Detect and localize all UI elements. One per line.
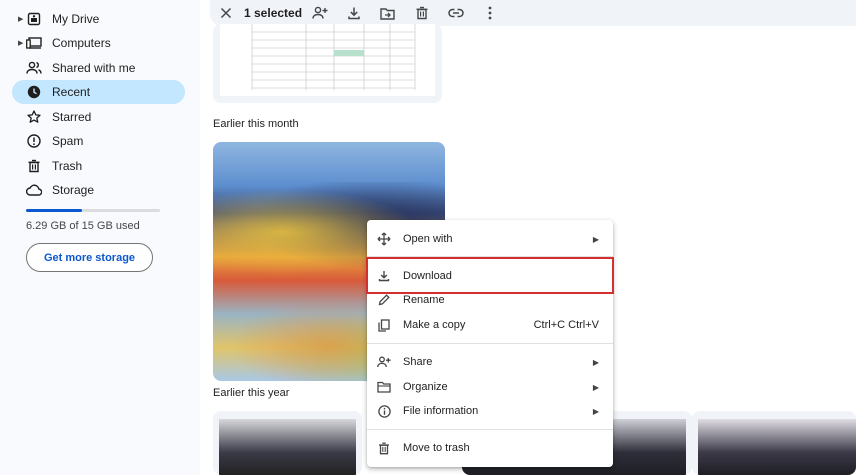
open-with-icon bbox=[376, 231, 392, 247]
sidebar-item-label: Trash bbox=[52, 159, 83, 173]
folder-icon bbox=[376, 379, 392, 395]
clock-icon bbox=[26, 84, 42, 100]
submenu-arrow-icon: ▶ bbox=[592, 406, 599, 416]
sidebar-item-label: Starred bbox=[52, 110, 92, 124]
my-drive-icon bbox=[26, 11, 42, 27]
menu-item-label: Move to trash bbox=[403, 442, 470, 454]
people-icon bbox=[26, 60, 42, 76]
sidebar-item-label: Recent bbox=[52, 85, 91, 99]
sidebar-item-label: My Drive bbox=[52, 12, 100, 26]
sidebar-item-label: Spam bbox=[52, 134, 84, 148]
close-icon[interactable] bbox=[216, 3, 236, 23]
sidebar-item-label: Shared with me bbox=[52, 61, 136, 75]
sidebar-item-my-drive[interactable]: ▶ My Drive bbox=[12, 7, 185, 31]
sidebar-item-trash[interactable]: Trash bbox=[12, 154, 185, 178]
file-thumbnail-video[interactable] bbox=[692, 411, 856, 475]
submenu-arrow-icon: ▶ bbox=[592, 357, 599, 367]
menu-item-organize[interactable]: Organize ▶ bbox=[367, 375, 613, 399]
trash-icon[interactable] bbox=[412, 3, 432, 23]
menu-item-open-with[interactable]: Open with ▶ bbox=[367, 227, 613, 251]
menu-item-move-to-trash[interactable]: Move to trash bbox=[367, 436, 613, 460]
menu-item-label: Share bbox=[403, 356, 433, 368]
sidebar-item-storage[interactable]: Storage bbox=[12, 178, 185, 202]
cloud-icon bbox=[26, 182, 42, 198]
menu-item-shortcut: Ctrl+C Ctrl+V bbox=[533, 319, 599, 331]
storage-progress-bar bbox=[26, 209, 160, 212]
menu-item-share[interactable]: Share ▶ bbox=[367, 350, 613, 374]
computer-icon bbox=[26, 35, 42, 51]
video-preview bbox=[698, 419, 856, 475]
sidebar-item-starred[interactable]: Starred bbox=[12, 105, 185, 129]
menu-item-label: Open with bbox=[403, 233, 453, 245]
section-label-earlier-this-year: Earlier this year bbox=[213, 387, 290, 399]
menu-item-label: File information bbox=[403, 405, 479, 417]
trash-icon bbox=[26, 158, 42, 174]
sidebar-item-label: Storage bbox=[52, 183, 95, 197]
sidebar: ▶ My Drive ▶ Computers Shared with me Re… bbox=[0, 0, 200, 475]
sidebar-item-recent[interactable]: Recent bbox=[12, 80, 185, 104]
info-icon bbox=[376, 403, 392, 419]
video-preview bbox=[219, 419, 356, 475]
expand-caret-icon[interactable]: ▶ bbox=[18, 15, 23, 23]
section-label-earlier-this-month: Earlier this month bbox=[213, 118, 299, 130]
pencil-icon bbox=[376, 292, 392, 308]
get-more-storage-button[interactable]: Get more storage bbox=[26, 243, 153, 272]
menu-item-file-information[interactable]: File information ▶ bbox=[367, 399, 613, 423]
menu-divider bbox=[367, 429, 613, 430]
sidebar-item-shared-with-me[interactable]: Shared with me bbox=[12, 56, 185, 80]
menu-item-label: Organize bbox=[403, 381, 448, 393]
storage-used-text: 6.29 GB of 15 GB used bbox=[26, 220, 140, 232]
selected-count: 1 selected bbox=[244, 6, 303, 20]
menu-item-make-a-copy[interactable]: Make a copy Ctrl+C Ctrl+V bbox=[367, 313, 613, 337]
share-icon bbox=[376, 354, 392, 370]
menu-divider bbox=[367, 343, 613, 344]
sidebar-item-computers[interactable]: ▶ Computers bbox=[12, 31, 185, 55]
trash-icon bbox=[376, 440, 392, 456]
copy-icon bbox=[376, 317, 392, 333]
submenu-arrow-icon: ▶ bbox=[592, 382, 599, 392]
spreadsheet-preview bbox=[220, 24, 435, 96]
file-thumbnail-spreadsheet[interactable] bbox=[213, 24, 442, 103]
expand-caret-icon[interactable]: ▶ bbox=[18, 39, 23, 47]
link-icon[interactable] bbox=[446, 3, 466, 23]
more-icon[interactable] bbox=[480, 3, 500, 23]
menu-item-label: Make a copy bbox=[403, 319, 466, 331]
download-highlight-box bbox=[366, 257, 614, 294]
menu-item-label: Rename bbox=[403, 294, 445, 306]
spam-icon bbox=[26, 133, 42, 149]
storage-progress-fill bbox=[26, 209, 83, 212]
file-thumbnail-video[interactable] bbox=[213, 411, 362, 475]
star-icon bbox=[26, 109, 42, 125]
share-icon[interactable] bbox=[310, 3, 330, 23]
move-icon[interactable] bbox=[377, 3, 397, 23]
sidebar-item-label: Computers bbox=[52, 36, 111, 50]
selection-toolbar: 1 selected bbox=[210, 0, 856, 26]
submenu-arrow-icon: ▶ bbox=[592, 234, 599, 244]
download-icon[interactable] bbox=[344, 3, 364, 23]
sidebar-item-spam[interactable]: Spam bbox=[12, 129, 185, 153]
